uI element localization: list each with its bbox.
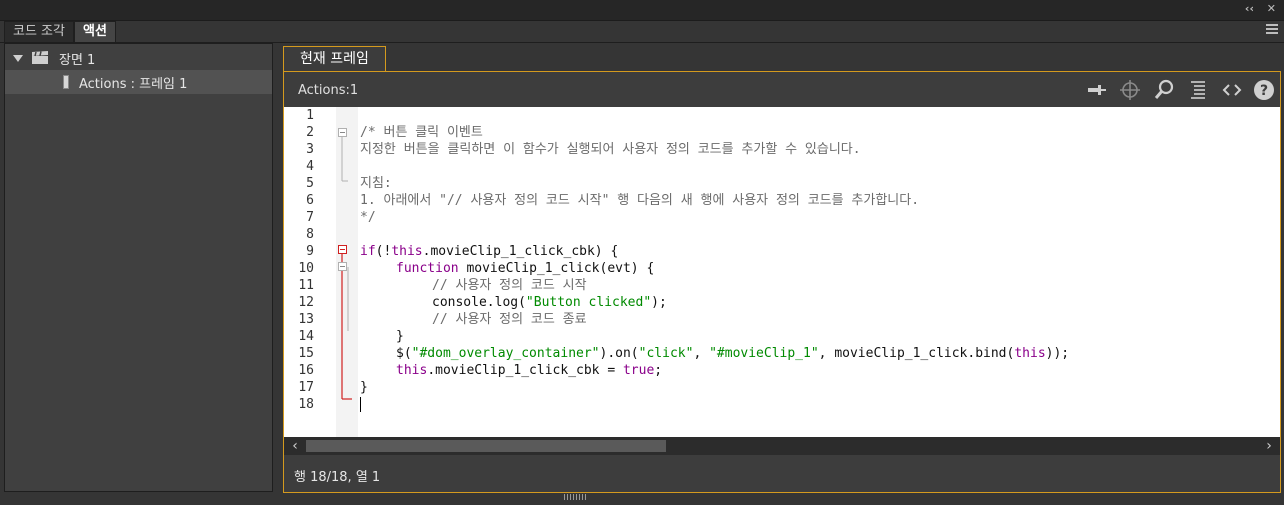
frame-icon (63, 75, 69, 89)
actions-location-label: Actions:1 (298, 83, 359, 98)
tab-actions[interactable]: 액션 (73, 21, 116, 42)
help-icon[interactable]: ? (1252, 78, 1276, 102)
scroll-left-icon[interactable]: ‹ (286, 437, 304, 455)
line-number: 5 (306, 176, 314, 191)
fold-toggle-icon[interactable] (338, 128, 347, 137)
editor-frame: Actions:1 ? 1 2 3 4 5 6 7 8 9 10 11 12 13 14 15 16 17 18 (283, 71, 1281, 493)
pin-icon[interactable] (1084, 78, 1108, 102)
line-number: 17 (298, 380, 314, 395)
line-number-gutter: 1 2 3 4 5 6 7 8 9 10 11 12 13 14 15 16 17 18 (284, 107, 336, 437)
fold-toggle-icon[interactable] (338, 245, 347, 254)
line-number: 8 (306, 227, 314, 242)
tree-item-scene[interactable]: 장면 1 (5, 46, 272, 70)
expand-arrow-icon[interactable] (13, 54, 23, 62)
line-number: 14 (298, 329, 314, 344)
tab-code-snippets[interactable]: 코드 조각 (4, 21, 74, 42)
code-line-15: $("#dom_overlay_container").on("click", … (396, 346, 1070, 361)
line-number: 16 (298, 363, 314, 378)
close-panel-button[interactable]: ✕ (1267, 2, 1276, 15)
code-line-13: // 사용자 정의 코드 종료 (432, 312, 587, 327)
fold-margin (336, 107, 358, 437)
clapperboard-icon (32, 51, 48, 64)
tree-scene-label: 장면 1 (59, 52, 96, 68)
code-line-7: */ (360, 210, 376, 225)
collapse-panel-button[interactable]: ‹‹ (1245, 2, 1254, 15)
panel-titlebar: ‹‹ ✕ (0, 0, 1284, 21)
code-line-10: function movieClip_1_click(evt) { (396, 261, 655, 276)
actions-editor-panel: 현재 프레임 Actions:1 ? 1 2 3 4 5 6 7 8 9 10 1 (283, 43, 1281, 493)
code-line-9: if(!this.movieClip_1_click_cbk) { (360, 244, 619, 259)
line-number: 6 (306, 193, 314, 208)
line-number: 13 (298, 312, 314, 327)
line-number: 1 (306, 108, 314, 123)
line-number: 18 (298, 397, 314, 412)
tree-frame-label: Actions : 프레임 1 (79, 76, 188, 92)
panel-tab-bar: 코드 조각 액션 (4, 21, 116, 42)
code-line-12: console.log("Button clicked"); (432, 295, 667, 310)
svg-text:?: ? (1260, 83, 1268, 99)
resize-grip[interactable] (564, 494, 588, 500)
code-line-3: 지정한 버튼을 클릭하면 이 함수가 실행되어 사용자 정의 코드를 추가할 수… (360, 142, 861, 157)
line-number: 9 (306, 244, 314, 259)
target-icon[interactable] (1118, 78, 1142, 102)
editor-toolbar: Actions:1 ? (284, 72, 1280, 107)
code-line-5: 지침: (360, 176, 392, 191)
cursor-position-status: 행 18/18, 열 1 (294, 470, 381, 485)
tab-current-frame[interactable]: 현재 프레임 (283, 46, 386, 71)
scrollbar-thumb[interactable] (306, 440, 666, 452)
code-line-14: } (396, 329, 404, 344)
code-line-16: this.movieClip_1_click_cbk = true; (396, 363, 663, 378)
fold-guides (341, 137, 352, 400)
code-line-2: /* 버튼 클릭 이벤트 (360, 125, 483, 140)
text-cursor (360, 397, 361, 412)
code-line-6: 1. 아래에서 "// 사용자 정의 코드 시작" 행 다음의 새 행에 사용자… (360, 193, 920, 208)
code-line-17: } (360, 380, 368, 395)
script-navigator: 장면 1 Actions : 프레임 1 (4, 43, 273, 492)
line-number: 2 (306, 125, 314, 140)
code-line-11: // 사용자 정의 코드 시작 (432, 278, 587, 293)
line-number: 12 (298, 295, 314, 310)
scroll-right-icon[interactable]: › (1260, 437, 1278, 455)
panel-menu-icon[interactable] (1266, 24, 1278, 36)
code-editor[interactable]: 1 2 3 4 5 6 7 8 9 10 11 12 13 14 15 16 17 18 /* 버튼 클릭 이벤트… (284, 107, 1280, 437)
line-number: 4 (306, 159, 314, 174)
line-number: 11 (298, 278, 314, 293)
code-hints-icon[interactable] (1220, 78, 1244, 102)
format-code-icon[interactable] (1186, 78, 1210, 102)
line-number: 15 (298, 346, 314, 361)
status-bar: 행 18/18, 열 1 (284, 455, 1280, 492)
fold-toggle-icon[interactable] (338, 262, 347, 271)
line-number: 7 (306, 210, 314, 225)
line-number: 3 (306, 142, 314, 157)
tree-item-actions-frame[interactable]: Actions : 프레임 1 (5, 70, 272, 94)
find-icon[interactable] (1152, 78, 1176, 102)
line-number: 10 (298, 261, 314, 276)
horizontal-scrollbar[interactable]: ‹ › (284, 437, 1280, 455)
